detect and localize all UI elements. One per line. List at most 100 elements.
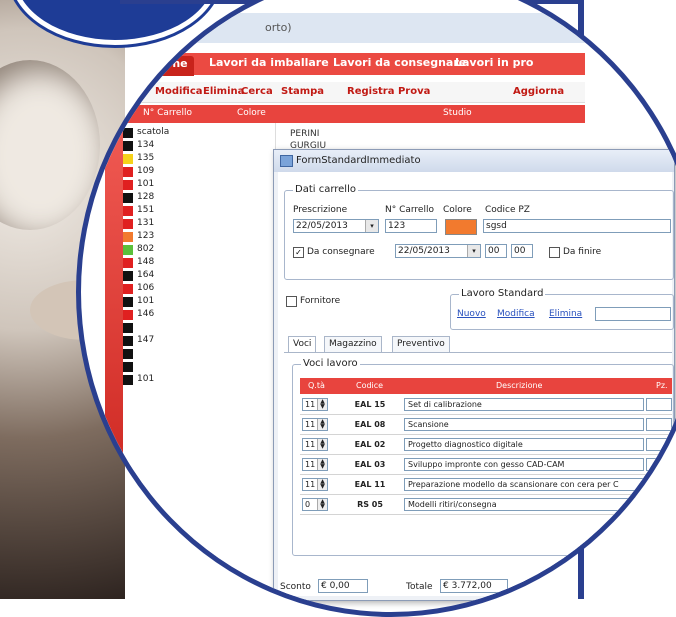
table-row[interactable]: 146 (123, 309, 275, 321)
table-row[interactable]: 134 (123, 140, 275, 152)
col-qta[interactable]: Q.tà (308, 381, 325, 390)
elimina-button[interactable]: Elimina (203, 86, 244, 97)
voce-pz[interactable] (646, 418, 672, 431)
voce-row[interactable]: 11 ▲ ▼ EAL 02 Progetto diagnostico digitale (300, 436, 672, 455)
table-row[interactable]: 802 (123, 244, 275, 256)
form-dialog: FormStandardImmediato Dati carrello Pres… (273, 149, 675, 601)
nuovo-link[interactable]: Nuovo (457, 309, 486, 319)
color-swatch (123, 193, 133, 203)
col-carrello[interactable]: N° Carrello (143, 108, 192, 118)
voce-pz[interactable] (646, 458, 672, 471)
spin-down-icon[interactable]: ▼ (320, 463, 325, 470)
lavoro-standard-select[interactable] (595, 307, 671, 321)
codice-pz-input[interactable]: sgsd (483, 219, 671, 233)
registra-prova-button[interactable]: Registra Prova (347, 86, 430, 97)
table-row[interactable]: 106 (123, 283, 275, 295)
table-row[interactable] (123, 348, 275, 360)
table-row[interactable] (123, 322, 275, 334)
tab-voci[interactable]: Voci (288, 336, 317, 353)
table-row[interactable]: 151 (123, 205, 275, 217)
stepper-arrows-icon[interactable]: ▲ ▼ (317, 479, 327, 490)
col-pz[interactable]: Pz. (656, 381, 668, 390)
voce-row[interactable]: 11 ▲ ▼ EAL 15 Set di calibrazione (300, 396, 672, 415)
spin-down-icon[interactable]: ▼ (320, 423, 325, 430)
voce-row[interactable]: 0 ▲ ▼ RS 05 Modelli ritiri/consegna (300, 496, 672, 515)
voce-pz[interactable] (646, 398, 672, 411)
spin-down-icon[interactable]: ▼ (320, 503, 325, 510)
voce-description[interactable]: Scansione (404, 418, 644, 431)
voce-description[interactable]: Preparazione modello da scansionare con … (404, 478, 644, 491)
table-row[interactable]: 101 (123, 296, 275, 308)
minute-input[interactable]: 00 (511, 244, 533, 258)
da-finire-checkbox[interactable] (549, 247, 560, 258)
colore-swatch[interactable] (445, 219, 477, 235)
spin-down-icon[interactable]: ▼ (320, 443, 325, 450)
lavoro-standard-title: Lavoro Standard (459, 288, 546, 299)
tab-lavori-in-produzione[interactable]: Lavori in pro (455, 56, 533, 74)
da-consegnare-date[interactable]: 22/05/2013 ▾ (395, 244, 481, 258)
tab-lavori-da-imballare[interactable]: Lavori da imballare (209, 56, 329, 74)
voce-pz[interactable] (646, 438, 672, 451)
tab-main[interactable]: ione (155, 56, 194, 76)
modifica-button[interactable]: Modifica (155, 86, 203, 97)
spin-down-icon[interactable]: ▼ (320, 483, 325, 490)
table-row[interactable]: 148 (123, 257, 275, 269)
qty-stepper[interactable]: 11 ▲ ▼ (302, 478, 328, 491)
da-consegnare-checkbox[interactable]: ✓ (293, 247, 304, 258)
voce-description[interactable]: Modelli ritiri/consegna (404, 498, 644, 511)
col-colore[interactable]: Colore (237, 108, 266, 118)
qty-stepper[interactable]: 0 ▲ ▼ (302, 498, 328, 511)
tab-preventivo[interactable]: Preventivo (392, 336, 450, 353)
qty-stepper[interactable]: 11 ▲ ▼ (302, 458, 328, 471)
voce-row[interactable]: 11 ▲ ▼ EAL 03 Sviluppo impronte con gesso CA… (300, 456, 672, 475)
stepper-arrows-icon[interactable]: ▲ ▼ (317, 399, 327, 410)
prescrizione-date[interactable]: 22/05/2013 ▾ (293, 219, 379, 233)
table-row[interactable]: scatola (123, 127, 275, 139)
table-row[interactable]: 123 (123, 231, 275, 243)
chevron-down-icon[interactable]: ▾ (365, 220, 378, 232)
table-row[interactable]: 101 (123, 374, 275, 386)
cerca-button[interactable]: Cerca (241, 86, 273, 97)
qty-value: 11 (305, 440, 316, 449)
stepper-arrows-icon[interactable]: ▲ ▼ (317, 439, 327, 450)
stepper-arrows-icon[interactable]: ▲ ▼ (317, 419, 327, 430)
sconto-input[interactable]: € 0,00 (318, 579, 368, 593)
hour-input[interactable]: 00 (485, 244, 507, 258)
tab-lavori-da-consegnare[interactable]: Lavori da consegnare (333, 56, 466, 74)
voce-description[interactable]: Progetto diagnostico digitale (404, 438, 644, 451)
aggiorna-button[interactable]: Aggiorna (513, 86, 564, 97)
color-swatch (123, 336, 133, 346)
table-row[interactable]: 101 (123, 179, 275, 191)
chevron-down-icon[interactable]: ▾ (467, 245, 480, 257)
table-row[interactable]: 128 (123, 192, 275, 204)
table-row[interactable]: 131 (123, 218, 275, 230)
table-row[interactable]: 147 (123, 335, 275, 347)
table-row[interactable]: 135 (123, 153, 275, 165)
voce-pz[interactable] (646, 478, 672, 491)
fornitore-checkbox[interactable] (286, 296, 297, 307)
table-row[interactable] (123, 361, 275, 373)
ncarrello-input[interactable]: 123 (385, 219, 437, 233)
voce-description[interactable]: Set di calibrazione (404, 398, 644, 411)
voce-description[interactable]: Sviluppo impronte con gesso CAD-CAM (404, 458, 644, 471)
col-codice[interactable]: Codice (356, 381, 383, 390)
table-row[interactable]: 164 (123, 270, 275, 282)
tab-magazzino[interactable]: Magazzino (324, 336, 382, 353)
voce-row[interactable]: 11 ▲ ▼ EAL 11 Preparazione modello da scansi… (300, 476, 672, 495)
table-row[interactable]: 109 (123, 166, 275, 178)
stepper-arrows-icon[interactable]: ▲ ▼ (317, 499, 327, 510)
carrello-number: 101 (137, 179, 155, 189)
spin-down-icon[interactable]: ▼ (320, 403, 325, 410)
voce-pz[interactable] (646, 498, 672, 511)
qty-stepper[interactable]: 11 ▲ ▼ (302, 418, 328, 431)
col-descrizione[interactable]: Descrizione (496, 381, 542, 390)
stepper-arrows-icon[interactable]: ▲ ▼ (317, 459, 327, 470)
carrello-number: 135 (137, 153, 155, 163)
modifica-link[interactable]: Modifica (497, 309, 535, 319)
elimina-link[interactable]: Elimina (549, 309, 582, 319)
qty-stepper[interactable]: 11 ▲ ▼ (302, 398, 328, 411)
col-studio[interactable]: Studio (443, 108, 472, 118)
voce-row[interactable]: 11 ▲ ▼ EAL 08 Scansione (300, 416, 672, 435)
stampa-button[interactable]: Stampa (281, 86, 324, 97)
qty-stepper[interactable]: 11 ▲ ▼ (302, 438, 328, 451)
